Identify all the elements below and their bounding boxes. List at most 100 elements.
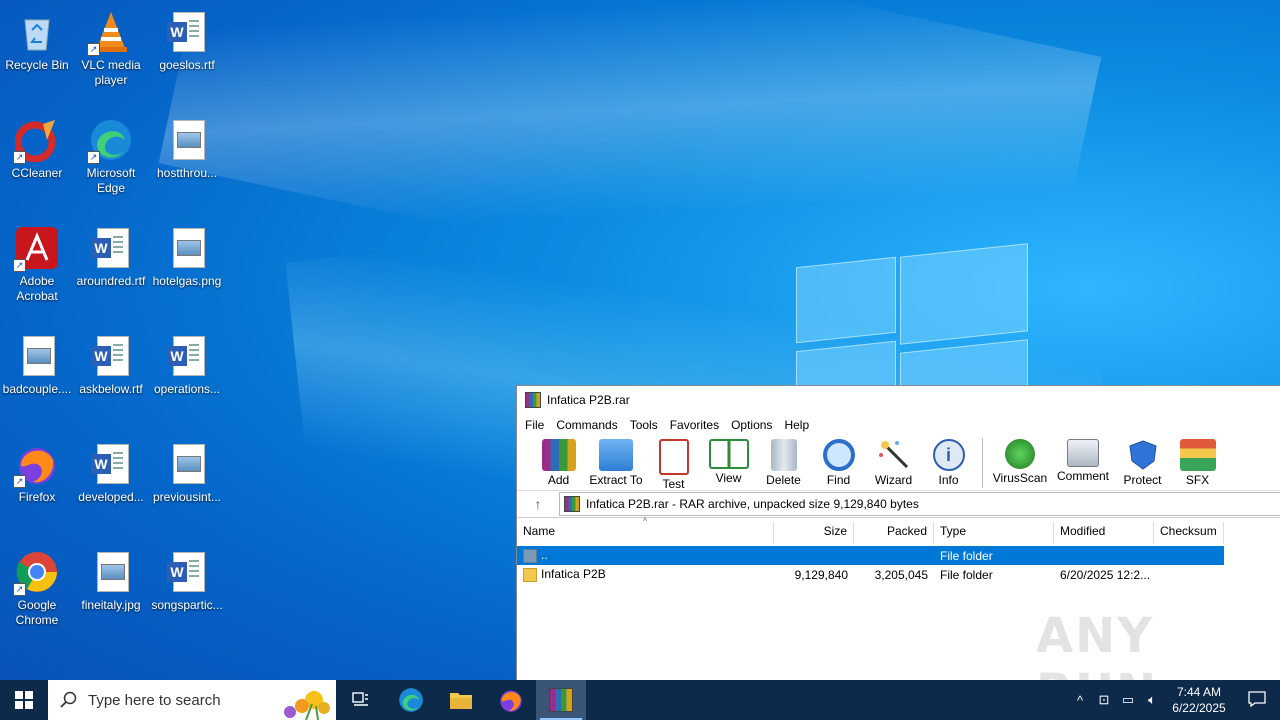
extract-to-button[interactable]: Extract To xyxy=(586,436,646,487)
desktop-icon-chrome[interactable]: ↗ Google Chrome xyxy=(0,544,74,628)
desktop-icon-ccleaner[interactable]: ↗ CCleaner xyxy=(0,112,74,181)
table-row[interactable]: Infatica P2B 9,129,840 3,205,045 File fo… xyxy=(517,565,1224,584)
column-type[interactable]: Type xyxy=(934,522,1054,544)
desktop-icon-badcouple[interactable]: badcouple.... xyxy=(0,328,74,397)
icon-label: CCleaner xyxy=(11,166,63,180)
desktop-icon-vlc[interactable]: ↗ VLC media player xyxy=(74,4,148,88)
icon-label: badcouple.... xyxy=(2,382,72,396)
image-file-icon xyxy=(165,118,209,162)
image-file-icon xyxy=(165,226,209,270)
taskbar-winrar[interactable] xyxy=(536,680,586,720)
firefox-icon: ↗ xyxy=(13,442,59,488)
column-size[interactable]: Size xyxy=(774,522,854,544)
folder-icon xyxy=(450,693,472,709)
chevron-up-icon[interactable]: ^ xyxy=(1068,693,1092,708)
archive-path-field[interactable]: Infatica P2B.rar - RAR archive, unpacked… xyxy=(559,492,1280,516)
task-view-button[interactable] xyxy=(336,680,386,720)
comment-button[interactable]: Comment xyxy=(1051,436,1115,483)
desktop-icon-fineitaly[interactable]: fineitaly.jpg xyxy=(74,544,148,613)
info-button[interactable]: i Info xyxy=(921,436,976,487)
file-list-header: ^ Name Size Packed Type Modified Checksu… xyxy=(517,516,1280,544)
menu-commands[interactable]: Commands xyxy=(550,418,623,432)
icon-label: hotelgas.png xyxy=(152,274,222,288)
desktop-icon-hotelgas[interactable]: hotelgas.png xyxy=(150,220,224,289)
icon-label: VLC media player xyxy=(81,58,141,87)
word-document-icon: W xyxy=(165,334,209,378)
sort-ascending-icon: ^ xyxy=(643,516,648,526)
column-modified[interactable]: Modified xyxy=(1054,522,1154,544)
sfx-button[interactable]: SFX xyxy=(1170,436,1225,487)
wizard-button[interactable]: Wizard xyxy=(866,436,921,487)
menu-options[interactable]: Options xyxy=(725,418,778,432)
edge-icon: ↗ xyxy=(87,118,133,164)
notification-center-button[interactable] xyxy=(1234,690,1280,710)
tray-device-icon[interactable]: ⊡ xyxy=(1092,692,1116,708)
find-button[interactable]: Find xyxy=(811,436,866,487)
menu-tools[interactable]: Tools xyxy=(624,418,664,432)
icon-label: goeslos.rtf xyxy=(159,58,215,72)
icon-label: hostthrou... xyxy=(156,166,218,180)
parent-folder-icon xyxy=(523,548,537,563)
clock-time: 7:44 AM xyxy=(1176,685,1222,699)
desktop-icon-askbelow[interactable]: W askbelow.rtf xyxy=(74,328,148,397)
desktop-icon-recycle-bin[interactable]: Recycle Bin xyxy=(0,4,74,73)
archive-info: Infatica P2B.rar - RAR archive, unpacked… xyxy=(586,497,919,511)
virusscan-button[interactable]: VirusScan xyxy=(989,436,1051,485)
ccleaner-icon: ↗ xyxy=(13,118,59,164)
volume-icon[interactable]: 🔈︎ xyxy=(1140,692,1164,708)
bug-scan-icon xyxy=(1005,439,1035,469)
search-highlight-flowers-icon xyxy=(284,691,330,720)
icon-label: Adobe Acrobat xyxy=(16,274,58,303)
search-placeholder: Type here to search xyxy=(88,691,221,709)
test-button[interactable]: Test xyxy=(646,436,701,491)
start-button[interactable] xyxy=(0,680,48,720)
taskbar-file-explorer[interactable] xyxy=(436,680,486,720)
title-bar[interactable]: Infatica P2B.rar xyxy=(517,386,1280,414)
delete-button[interactable]: Delete xyxy=(756,436,811,487)
taskbar-edge[interactable] xyxy=(386,680,436,720)
network-icon[interactable]: ▭ xyxy=(1116,692,1140,708)
desktop-icon-hostthrou[interactable]: hostthrou... xyxy=(150,112,224,181)
checklist-icon xyxy=(658,439,689,475)
protect-button[interactable]: Protect xyxy=(1115,436,1170,487)
shield-icon xyxy=(1126,439,1160,471)
column-checksum[interactable]: Checksum xyxy=(1154,522,1224,544)
firefox-icon xyxy=(500,690,522,712)
chrome-icon: ↗ xyxy=(13,550,59,596)
image-file-icon xyxy=(165,442,209,486)
table-row-parent[interactable]: .. File folder xyxy=(517,546,1224,565)
word-document-icon: W xyxy=(89,226,133,270)
taskbar-firefox[interactable] xyxy=(486,680,536,720)
desktop-icon-firefox[interactable]: ↗ Firefox xyxy=(0,436,74,505)
column-packed[interactable]: Packed xyxy=(854,522,934,544)
windows-logo-wallpaper xyxy=(796,242,1028,401)
desktop-icon-operations[interactable]: W operations... xyxy=(150,328,224,397)
clock-date: 6/22/2025 xyxy=(1172,701,1226,715)
folder-icon xyxy=(523,567,537,582)
desktop-icon-developed[interactable]: W developed... xyxy=(74,436,148,505)
word-document-icon: W xyxy=(89,334,133,378)
desktop-icon-goeslos[interactable]: W goeslos.rtf xyxy=(150,4,224,73)
desktop-icon-aroundred[interactable]: W aroundred.rtf xyxy=(74,220,148,289)
menu-favorites[interactable]: Favorites xyxy=(664,418,725,432)
desktop-icon-previousint[interactable]: previousint... xyxy=(150,436,224,505)
desktop-icon-acrobat[interactable]: ↗ Adobe Acrobat xyxy=(0,220,74,304)
system-tray: ^ ⊡ ▭ 🔈︎ 7:44 AM 6/22/2025 xyxy=(1068,680,1280,720)
menu-file[interactable]: File xyxy=(519,418,550,432)
menu-help[interactable]: Help xyxy=(778,418,815,432)
word-document-icon: W xyxy=(89,442,133,486)
clock[interactable]: 7:44 AM 6/22/2025 xyxy=(1164,684,1234,716)
desktop-icon-songspartic[interactable]: W songspartic... xyxy=(150,544,224,613)
comment-icon xyxy=(1067,439,1099,467)
toolbar: Add Extract To Test View Delete Find Wiz… xyxy=(517,436,1280,491)
view-button[interactable]: View xyxy=(701,436,756,485)
window-title: Infatica P2B.rar xyxy=(547,393,630,407)
search-icon xyxy=(60,691,77,708)
desktop-icon-edge[interactable]: ↗ Microsoft Edge xyxy=(74,112,148,196)
up-arrow-icon[interactable]: ↑ xyxy=(517,496,559,512)
icon-label: askbelow.rtf xyxy=(79,382,143,396)
taskbar-search[interactable]: Type here to search xyxy=(48,680,336,720)
recycle-bin-icon xyxy=(15,10,59,54)
add-button[interactable]: Add xyxy=(531,436,586,487)
folder-extract-icon xyxy=(599,439,633,471)
